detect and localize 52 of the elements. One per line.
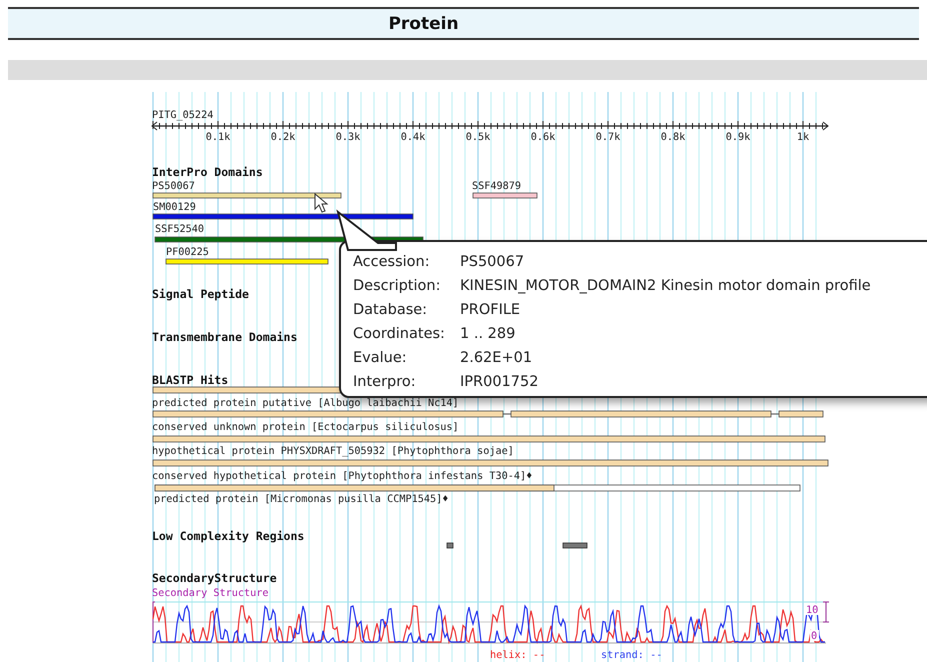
tooltip-label: Description: xyxy=(353,278,442,294)
scale-label: 0.7k xyxy=(596,132,620,143)
tooltip-label: Evalue: xyxy=(353,350,408,366)
hit-bar[interactable] xyxy=(152,410,824,418)
scale-label: 0.4k xyxy=(400,132,426,143)
hit-label: predicted protein [Micromonas pusilla CCMP1545]♦ xyxy=(154,494,448,505)
track-title: InterPro Domains xyxy=(152,165,263,179)
domain-label: SSF49879 xyxy=(472,181,522,192)
tooltip-label: Coordinates: xyxy=(353,326,446,342)
domain-label: SSF52540 xyxy=(155,224,204,235)
hit-bar[interactable] xyxy=(152,460,828,466)
tooltip-label: Interpro: xyxy=(353,374,417,390)
tooltip-value: PROFILE xyxy=(460,302,520,318)
scale-label: 0.2k xyxy=(270,132,296,143)
scale-label: 0.6k xyxy=(530,132,556,143)
page-title: Protein xyxy=(388,14,459,34)
track-title: Transmembrane Domains xyxy=(152,330,298,344)
scale-label: 0.9k xyxy=(726,132,750,143)
tooltip-value: KINESIN_MOTOR_DOMAIN2 Kinesin motor domain profile xyxy=(460,278,871,294)
track-title: Signal Peptide xyxy=(152,287,249,301)
hit-bar[interactable] xyxy=(152,436,826,442)
tooltip-value: PS50067 xyxy=(460,254,524,270)
axis-min-label: 0 xyxy=(811,631,818,642)
tooltip-value: 1 .. 289 xyxy=(460,326,516,342)
region-bar xyxy=(446,542,454,548)
hit-label: hypothetical protein PHYSXDRAFT_505932 [Phytophthora sojae] xyxy=(152,446,514,457)
track-title: Low Complexity Regions xyxy=(152,529,304,543)
legend-label: helix: -- xyxy=(490,650,546,661)
sequence-id: PITG_05224 xyxy=(152,110,214,121)
scale-label: 0.3k xyxy=(336,132,360,143)
tooltip-label: Database: xyxy=(353,302,428,318)
track-title: SecondaryStructure xyxy=(152,571,277,585)
scale-label: 0.1k xyxy=(206,132,230,143)
axis-max-label: 10 xyxy=(806,605,818,616)
scale-label: 0.8k xyxy=(660,132,686,143)
cursor-icon xyxy=(314,192,328,213)
domain-label: PF00225 xyxy=(166,247,209,258)
tooltip-label: Accession: xyxy=(353,254,431,270)
tooltip-value: IPR001752 xyxy=(460,374,538,390)
scale-label: 1k xyxy=(796,132,810,143)
hit-label: conserved unknown protein [Ectocarpus siliculosus] xyxy=(152,422,459,433)
region-bar xyxy=(562,542,588,548)
plot-title: Secondary Structure xyxy=(152,588,269,599)
tooltip-value: 2.62E+01 xyxy=(460,350,532,366)
hit-label: predicted protein putative [Albugo laibachii Nc14] xyxy=(152,398,459,409)
hit-bar[interactable] xyxy=(154,484,800,492)
hit-label: conserved hypothetical protein [Phytophthora infestans T30-4]♦ xyxy=(152,471,532,482)
legend-label: strand: -- xyxy=(601,650,662,661)
scale-label: 0.5k xyxy=(466,132,490,143)
domain-label: SM00129 xyxy=(153,202,196,213)
domain-label: PS50067 xyxy=(152,181,195,192)
track-title: BLASTP Hits xyxy=(152,373,228,387)
